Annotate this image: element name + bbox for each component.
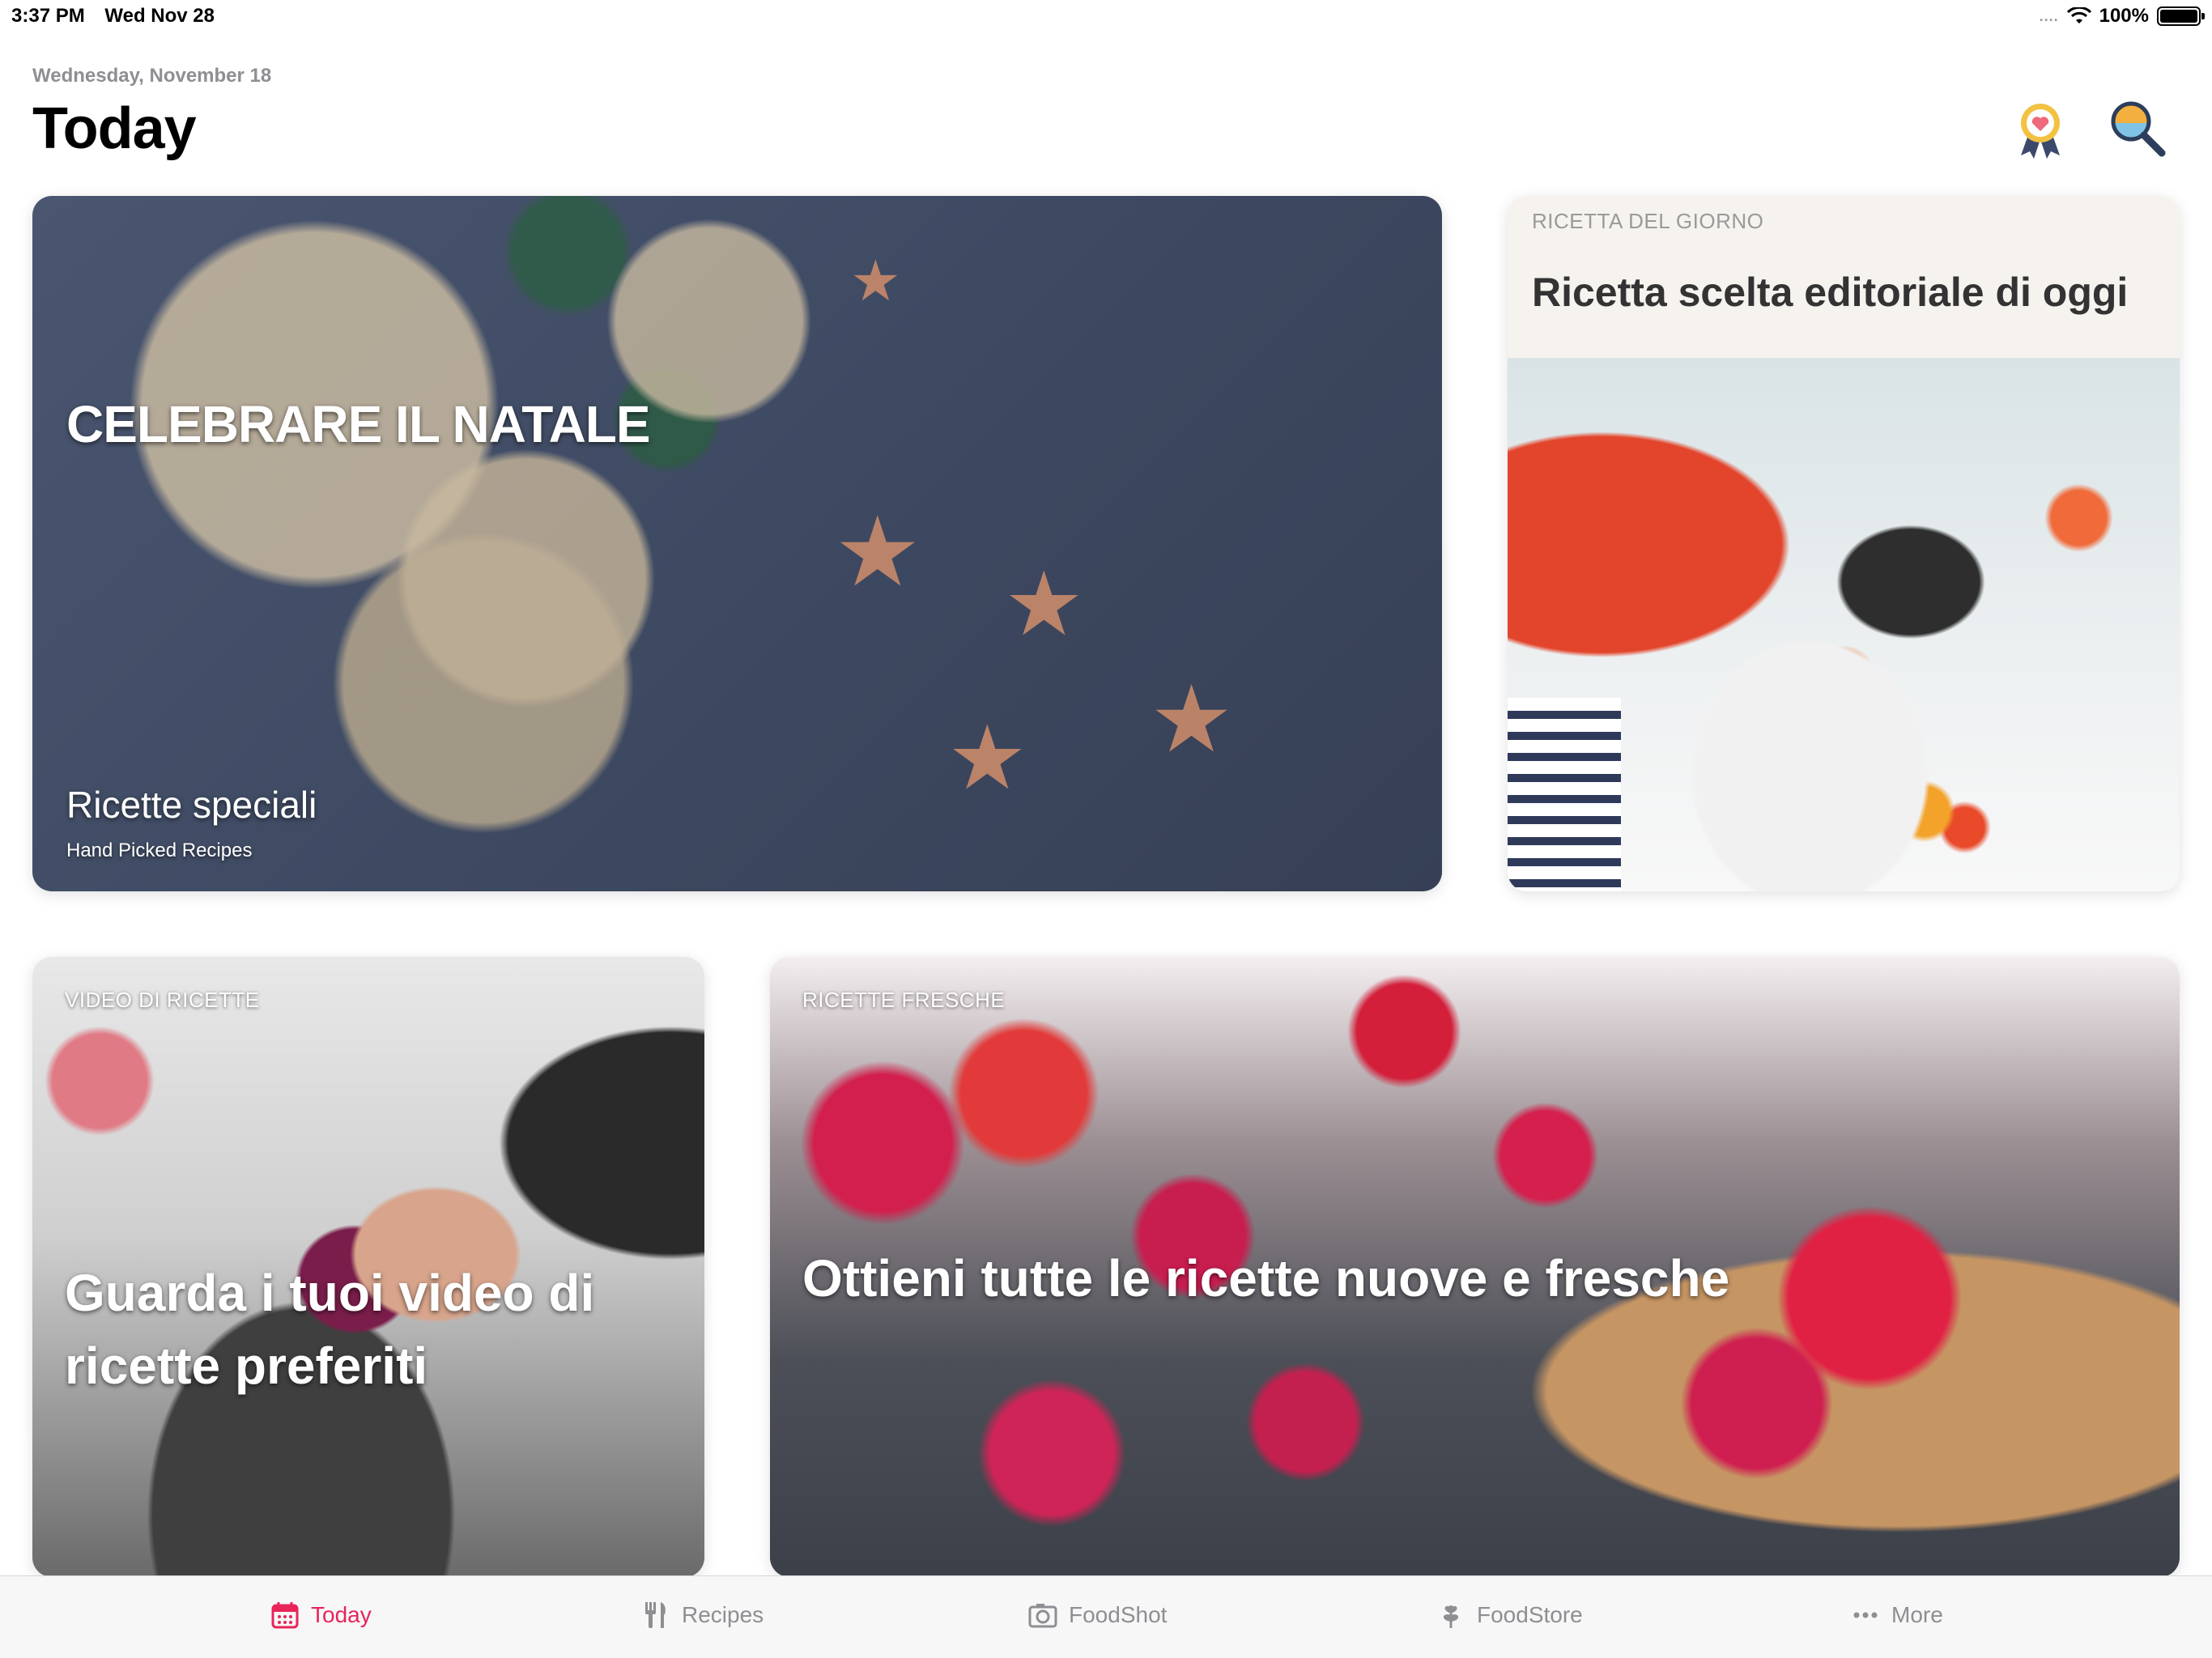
recipe-of-day-header: RICETTA DEL GIORNO Ricetta scelta editor… (1508, 196, 2180, 358)
star-decoration-icon: ★ (850, 249, 901, 312)
tab-recipes-label: Recipes (682, 1602, 764, 1627)
star-decoration-icon: ★ (834, 498, 921, 606)
search-icon[interactable] (2105, 97, 2170, 162)
status-bar-right: .... 100% (2039, 5, 2205, 28)
tab-foodshot[interactable]: FoodShot (1028, 1601, 1167, 1630)
header-date: Wednesday, November 18 (32, 65, 272, 87)
status-date: Wed Nov 28 (104, 5, 215, 27)
page-title: Today (32, 96, 197, 161)
leaf-icon (1443, 1605, 1459, 1628)
tab-foodstore[interactable]: FoodStore (1436, 1601, 1583, 1630)
tab-today-label: Today (311, 1602, 372, 1627)
status-bar-left: 3:37 PM Wed Nov 28 (11, 5, 229, 28)
status-time: 3:37 PM (11, 5, 85, 27)
tab-bar: Today Recipes FoodShot FoodStore More (0, 1575, 2212, 1658)
tab-more[interactable]: More (1851, 1601, 1943, 1630)
christmas-headline: CELEBRARE IL NATALE (66, 395, 651, 453)
cellular-signal-icon: .... (2039, 7, 2059, 24)
more-dots-icon (1853, 1612, 1878, 1618)
star-decoration-icon: ★ (1004, 555, 1084, 654)
fresh-recipes-eyebrow: RICETTE FRESCHE (802, 988, 1006, 1012)
camera-icon (1028, 1604, 1057, 1628)
status-bar: 3:37 PM Wed Nov 28 .... 100% (0, 0, 2212, 32)
star-decoration-icon: ★ (1150, 668, 1234, 772)
christmas-caption: Hand Picked Recipes (66, 840, 253, 861)
striped-shirt-shape (1508, 698, 1621, 891)
battery-icon (2157, 6, 2205, 26)
fresh-recipes-card[interactable]: RICETTE FRESCHE Ottieni tutte le ricette… (770, 957, 2180, 1577)
recipe-of-day-card[interactable]: RICETTA DEL GIORNO Ricetta scelta editor… (1508, 196, 2180, 891)
tab-today[interactable]: Today (270, 1601, 372, 1630)
today-screen: 3:37 PM Wed Nov 28 .... 100% Wednesday, … (0, 0, 2212, 1658)
calendar-icon (271, 1602, 299, 1629)
christmas-feature-card[interactable]: ★ ★ ★ ★ ★ CELEBRARE IL NATALE Ricette sp… (32, 196, 1442, 891)
recipe-videos-headline: Guarda i tuoi video di ricette preferiti (65, 1264, 595, 1395)
recipe-videos-card[interactable]: VIDEO DI RICETTE Guarda i tuoi video di … (32, 957, 704, 1577)
christmas-subtitle: Ricette speciali (66, 784, 317, 826)
battery-fill (2160, 10, 2197, 23)
award-badge-icon[interactable] (2008, 97, 2073, 162)
recipe-of-day-photo (1508, 358, 2180, 891)
wifi-icon (2066, 7, 2091, 23)
recipe-of-day-eyebrow: RICETTA DEL GIORNO (1532, 209, 1764, 233)
tab-foodstore-label: FoodStore (1477, 1602, 1583, 1627)
tab-recipes[interactable]: Recipes (641, 1601, 764, 1630)
star-decoration-icon: ★ (947, 708, 1027, 808)
recipe-videos-eyebrow: VIDEO DI RICETTE (65, 988, 260, 1012)
header-actions (2008, 97, 2170, 162)
tab-foodshot-label: FoodShot (1069, 1602, 1168, 1627)
recipe-of-day-heading: Ricetta scelta editoriale di oggi (1532, 270, 2129, 315)
fork-knife-icon (645, 1602, 666, 1628)
tab-more-label: More (1891, 1602, 1943, 1627)
fresh-recipes-headline: Ottieni tutte le ricette nuove e fresche (802, 1249, 1730, 1307)
battery-percentage: 100% (2099, 5, 2149, 27)
